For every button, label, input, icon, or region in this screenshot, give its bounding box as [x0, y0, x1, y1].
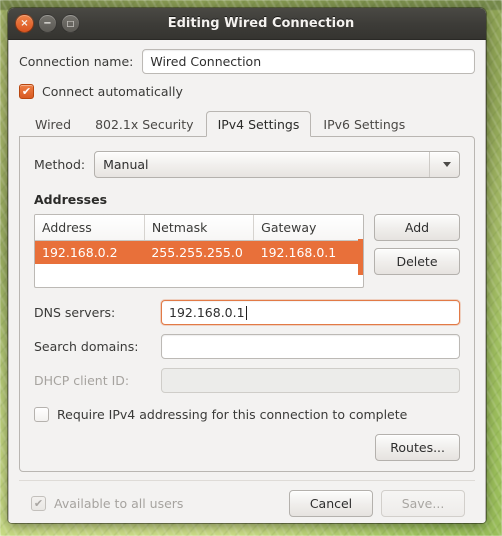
chevron-down-icon [443, 162, 451, 167]
addresses-table-wrapper: Address Netmask Gateway 192.168.0.2 255.… [34, 214, 364, 288]
dialog-action-bar: ✔ Available to all users Cancel Save... [19, 480, 475, 523]
tab-ipv6-settings[interactable]: IPv6 Settings [311, 112, 417, 136]
add-button[interactable]: Add [374, 214, 460, 241]
minimize-button[interactable]: − [38, 14, 57, 33]
combo-separator [429, 152, 430, 177]
routes-button[interactable]: Routes... [375, 434, 460, 461]
tab-8021x-security-label: 802.1x Security [95, 116, 194, 132]
save-button: Save... [381, 490, 465, 517]
check-icon: ✔ [21, 85, 32, 98]
available-to-all-users-label: Available to all users [54, 496, 184, 511]
window-controls: × − □ [15, 14, 80, 33]
available-to-all-users-checkbox: ✔ [31, 496, 46, 511]
routes-button-label: Routes... [390, 440, 445, 455]
available-to-all-users-row: ✔ Available to all users [31, 496, 183, 511]
delete-button-label: Delete [396, 254, 438, 269]
add-button-label: Add [404, 220, 430, 235]
tab-ipv4-settings[interactable]: IPv4 Settings [205, 111, 312, 137]
cancel-button-label: Cancel [309, 496, 353, 511]
table-scrollbar[interactable] [358, 239, 363, 275]
dns-fields: DNS servers: 192.168.0.1 Search domains:… [34, 300, 460, 393]
dialog-body: Connection name: Wired Connection ✔ Conn… [8, 40, 486, 523]
tab-8021x-security[interactable]: 802.1x Security [83, 112, 206, 136]
tab-wired[interactable]: Wired [23, 112, 83, 136]
dns-servers-value: 192.168.0.1 [169, 305, 245, 320]
dns-servers-input[interactable]: 192.168.0.1 [161, 300, 460, 325]
cancel-button[interactable]: Cancel [289, 490, 373, 517]
close-icon: × [20, 17, 29, 29]
column-header-address[interactable]: Address [35, 215, 145, 241]
table-row[interactable]: 192.168.0.2 255.255.255.0 192.168.0.1 [35, 240, 363, 264]
dialog-buttons: Cancel Save... [289, 490, 465, 517]
tab-ipv6-settings-label: IPv6 Settings [323, 116, 406, 132]
routes-row: Routes... [34, 434, 460, 461]
ipv4-settings-panel: Method: Manual Addresses Address Netmask [19, 136, 475, 472]
connection-name-row: Connection name: Wired Connection [19, 49, 475, 74]
dns-servers-row: DNS servers: 192.168.0.1 [34, 300, 460, 325]
window-titlebar[interactable]: × − □ Editing Wired Connection [8, 8, 486, 40]
addresses-title: Addresses [34, 192, 108, 207]
table-header-row: Address Netmask Gateway [35, 215, 363, 241]
settings-tabs: Wired 802.1x Security IPv4 Settings IPv6… [19, 109, 475, 137]
method-label: Method: [34, 157, 86, 172]
check-icon: ✔ [33, 497, 44, 510]
require-ipv4-checkbox[interactable] [34, 407, 49, 422]
delete-button[interactable]: Delete [374, 248, 460, 275]
column-header-netmask[interactable]: Netmask [144, 215, 255, 241]
tab-wired-label: Wired [35, 116, 72, 132]
maximize-button[interactable]: □ [61, 14, 80, 33]
minimize-icon: − [43, 17, 52, 29]
require-ipv4-label: Require IPv4 addressing for this connect… [57, 407, 408, 422]
connection-name-label: Connection name: [19, 54, 134, 69]
tab-ipv4-settings-label: IPv4 Settings [217, 116, 300, 132]
dhcp-client-id-input [161, 368, 460, 393]
connection-name-value: Wired Connection [150, 54, 262, 69]
search-domains-row: Search domains: [34, 334, 460, 359]
editing-wired-connection-dialog: × − □ Editing Wired Connection Connectio… [8, 8, 486, 523]
cell-address[interactable]: 192.168.0.2 [35, 240, 145, 264]
close-button[interactable]: × [15, 14, 34, 33]
cell-netmask[interactable]: 255.255.255.0 [144, 240, 254, 264]
connect-automatically-checkbox[interactable]: ✔ [19, 84, 34, 99]
addresses-table: Address Netmask Gateway 192.168.0.2 255.… [35, 215, 363, 264]
method-dropdown[interactable]: Manual [94, 151, 460, 178]
maximize-icon: □ [66, 18, 75, 28]
search-domains-input[interactable] [161, 334, 460, 359]
dns-servers-label: DNS servers: [34, 305, 116, 320]
connection-name-input[interactable]: Wired Connection [142, 49, 475, 74]
method-row: Method: Manual [34, 151, 460, 178]
method-value: Manual [103, 157, 149, 172]
address-buttons: Add Delete [374, 214, 460, 275]
text-caret [245, 305, 247, 320]
cell-gateway[interactable]: 192.168.0.1 [253, 240, 363, 264]
require-ipv4-row[interactable]: Require IPv4 addressing for this connect… [34, 407, 460, 422]
connect-automatically-label: Connect automatically [42, 84, 183, 99]
dhcp-client-id-label: DHCP client ID: [34, 373, 130, 388]
column-header-gateway[interactable]: Gateway [253, 215, 363, 241]
dhcp-client-id-row: DHCP client ID: [34, 368, 460, 393]
connect-automatically-row[interactable]: ✔ Connect automatically [19, 84, 475, 99]
search-domains-label: Search domains: [34, 339, 139, 354]
addresses-area: Address Netmask Gateway 192.168.0.2 255.… [34, 214, 460, 288]
save-button-label: Save... [401, 496, 445, 511]
